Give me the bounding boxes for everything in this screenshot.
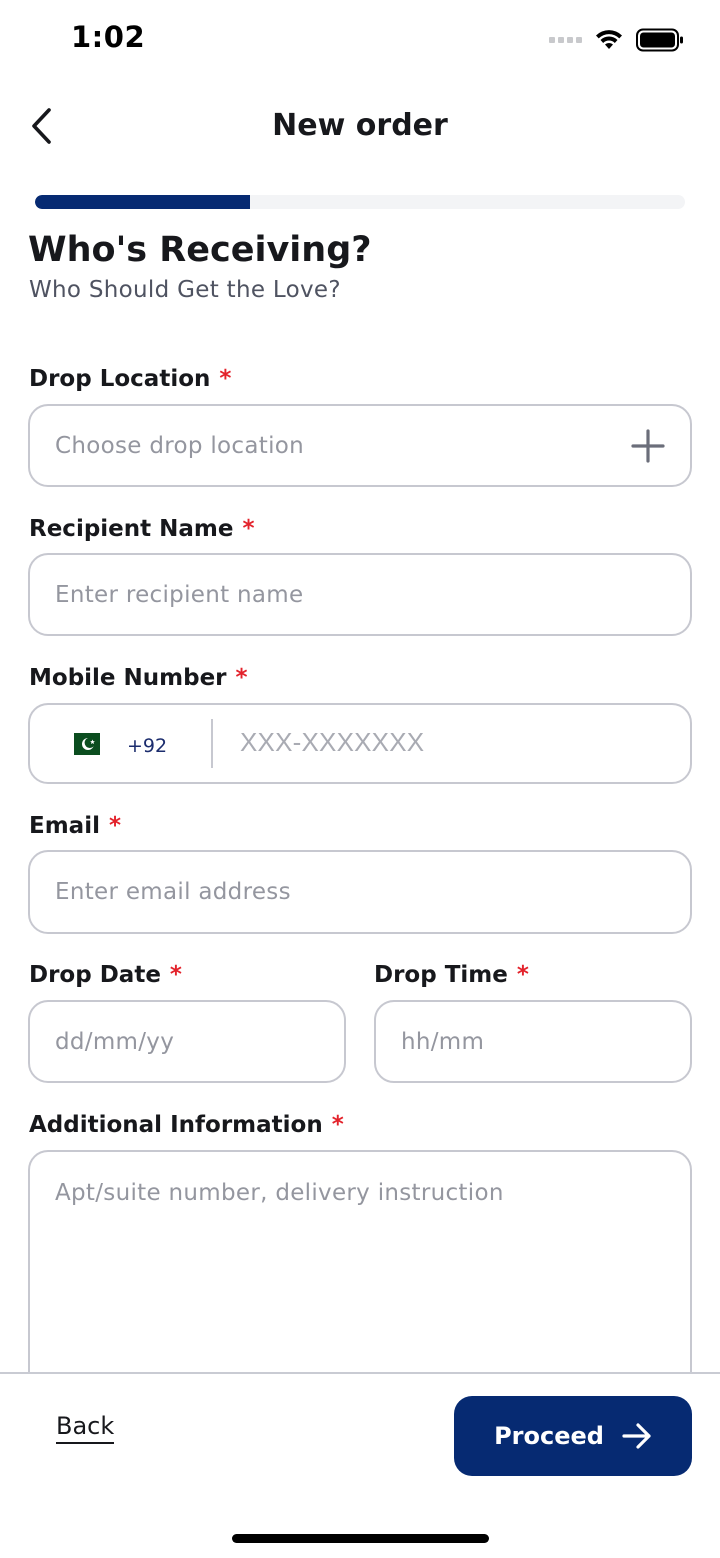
pakistan-flag-icon <box>74 733 100 755</box>
drop-date-placeholder: dd/mm/yy <box>55 1029 175 1055</box>
page-title: New order <box>272 108 448 143</box>
status-icons <box>549 26 684 54</box>
mobile-number-field[interactable]: +92 XXX-XXXXXXX <box>28 703 692 784</box>
recipient-name-input[interactable]: Enter recipient name <box>28 553 692 636</box>
drop-time-label-text: Drop Time <box>374 962 508 988</box>
drop-location-label: Drop Location * <box>29 366 231 392</box>
dial-code: +92 <box>127 735 168 757</box>
country-code-selector[interactable]: +92 <box>30 719 213 768</box>
required-asterisk: * <box>235 665 248 691</box>
mobile-number-placeholder: XXX-XXXXXXX <box>240 727 425 757</box>
email-label: Email * <box>29 813 121 839</box>
drop-date-label-text: Drop Date <box>29 962 161 988</box>
new-order-screen: 1:02 New order Who's Receiving? Who Shou… <box>0 0 720 1558</box>
required-asterisk: * <box>516 962 529 988</box>
back-link[interactable]: Back <box>56 1412 115 1444</box>
home-indicator <box>232 1534 489 1543</box>
mobile-number-label: Mobile Number * <box>29 665 248 691</box>
proceed-button-label: Proceed <box>494 1422 604 1450</box>
status-time: 1:02 <box>71 20 146 54</box>
drop-location-field[interactable]: Choose drop location <box>28 404 692 487</box>
required-asterisk: * <box>331 1112 344 1138</box>
wifi-icon <box>596 30 622 49</box>
recipient-name-label: Recipient Name * <box>29 516 255 542</box>
email-input[interactable]: Enter email address <box>28 850 692 934</box>
drop-time-label: Drop Time * <box>374 962 529 988</box>
email-placeholder: Enter email address <box>55 879 291 905</box>
progress-bar-fill <box>35 195 250 209</box>
drop-time-input[interactable]: hh/mm <box>374 1000 692 1083</box>
drop-date-label: Drop Date * <box>29 962 182 988</box>
proceed-button[interactable]: Proceed <box>454 1396 692 1476</box>
required-asterisk: * <box>219 366 232 392</box>
email-label-text: Email <box>29 813 100 839</box>
required-asterisk: * <box>108 813 121 839</box>
drop-location-label-text: Drop Location <box>29 366 211 392</box>
recipient-name-placeholder: Enter recipient name <box>55 582 304 608</box>
additional-info-textarea[interactable]: Apt/suite number, delivery instruction <box>28 1150 692 1410</box>
additional-info-placeholder: Apt/suite number, delivery instruction <box>55 1180 504 1206</box>
drop-time-placeholder: hh/mm <box>401 1029 485 1055</box>
footer-bar: Back Proceed <box>0 1374 720 1558</box>
additional-info-label-text: Additional Information <box>29 1112 323 1138</box>
drop-location-placeholder: Choose drop location <box>55 433 305 459</box>
recipient-name-label-text: Recipient Name <box>29 516 234 542</box>
plus-icon[interactable] <box>630 428 666 464</box>
cellular-signal-icon <box>549 37 582 43</box>
required-asterisk: * <box>169 962 182 988</box>
additional-info-label: Additional Information * <box>29 1112 344 1138</box>
mobile-number-label-text: Mobile Number <box>29 665 227 691</box>
progress-bar <box>35 195 685 209</box>
section-subtitle: Who Should Get the Love? <box>29 277 341 303</box>
footer-divider <box>0 1372 720 1374</box>
arrow-right-icon <box>622 1423 651 1449</box>
section-title: Who's Receiving? <box>28 230 372 270</box>
required-asterisk: * <box>242 516 255 542</box>
drop-date-input[interactable]: dd/mm/yy <box>28 1000 346 1083</box>
battery-icon <box>636 28 683 52</box>
